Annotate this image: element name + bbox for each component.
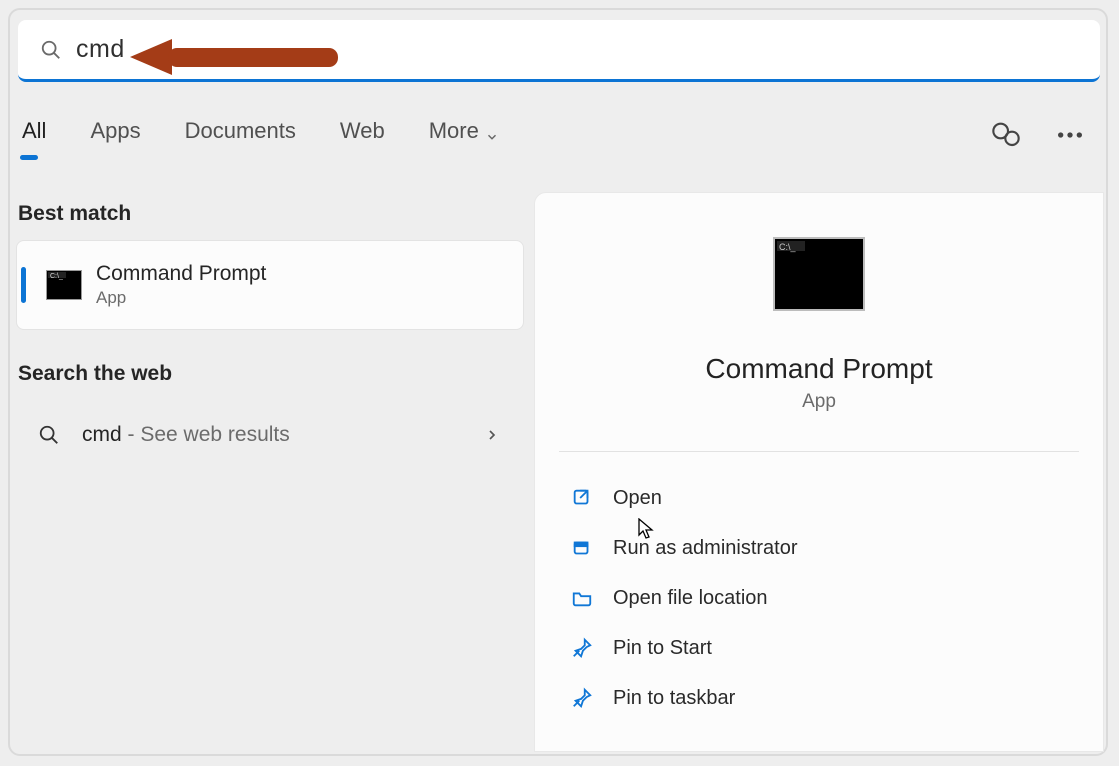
chevron-right-icon xyxy=(484,427,500,443)
action-open-file-location[interactable]: Open file location xyxy=(559,574,1079,622)
action-pin-to-start[interactable]: Pin to Start xyxy=(559,624,1079,672)
result-subtitle: App xyxy=(96,288,266,308)
tab-web[interactable]: Web xyxy=(338,114,387,156)
open-external-icon xyxy=(571,487,593,509)
tab-apps[interactable]: Apps xyxy=(88,114,142,156)
filter-tabs-row: All Apps Documents Web More xyxy=(18,102,1100,168)
tab-label: Web xyxy=(340,118,385,144)
search-flyout-window: All Apps Documents Web More Best match C xyxy=(8,8,1108,756)
cmd-app-thumb-icon: C:\_ xyxy=(46,270,82,300)
action-label: Run as administrator xyxy=(613,537,798,560)
action-label: Pin to taskbar xyxy=(613,687,735,710)
tab-label: More xyxy=(429,118,479,144)
search-icon xyxy=(40,39,62,61)
folder-icon xyxy=(571,587,593,609)
section-best-match-title: Best match xyxy=(16,192,524,240)
action-run-as-admin[interactable]: Run as administrator xyxy=(559,524,1079,572)
result-texts: Command Prompt App xyxy=(96,262,266,308)
chevron-down-icon xyxy=(485,124,499,138)
search-bar[interactable] xyxy=(18,20,1100,82)
action-label: Open xyxy=(613,487,662,510)
preview-actions: Open Run as administrator Open file loca… xyxy=(559,474,1079,722)
shield-app-icon xyxy=(571,537,593,559)
search-icon xyxy=(38,424,60,446)
tab-label: All xyxy=(22,118,46,144)
result-title: Command Prompt xyxy=(96,262,266,286)
action-open[interactable]: Open xyxy=(559,474,1079,522)
results-left-column: Best match C:\_ Command Prompt App Searc… xyxy=(16,192,524,464)
web-result-label: cmd - See web results xyxy=(82,423,290,447)
tab-label: Apps xyxy=(90,118,140,144)
preview-subtitle: App xyxy=(802,391,836,413)
preview-title: Command Prompt xyxy=(705,353,932,385)
chat-icon[interactable] xyxy=(990,119,1022,151)
action-pin-to-taskbar[interactable]: Pin to taskbar xyxy=(559,674,1079,722)
web-result-item[interactable]: cmd - See web results xyxy=(16,406,524,464)
section-search-web-title: Search the web xyxy=(16,352,524,400)
search-input[interactable] xyxy=(76,35,876,64)
best-match-result[interactable]: C:\_ Command Prompt App xyxy=(16,240,524,330)
more-options-icon[interactable] xyxy=(1054,119,1086,151)
web-result-hint: - See web results xyxy=(122,423,290,446)
selection-indicator xyxy=(21,267,26,303)
tab-all[interactable]: All xyxy=(20,114,48,156)
pin-icon xyxy=(571,637,593,659)
web-result-term: cmd xyxy=(82,423,122,446)
pin-icon xyxy=(571,687,593,709)
cmd-app-large-icon: C:\_ xyxy=(773,237,865,311)
action-label: Open file location xyxy=(613,587,768,610)
tab-documents[interactable]: Documents xyxy=(183,114,298,156)
tab-more[interactable]: More xyxy=(427,114,501,156)
preview-pane: C:\_ Command Prompt App Open Run as admi… xyxy=(534,192,1104,752)
action-label: Pin to Start xyxy=(613,637,712,660)
tab-label: Documents xyxy=(185,118,296,144)
divider xyxy=(559,451,1079,452)
